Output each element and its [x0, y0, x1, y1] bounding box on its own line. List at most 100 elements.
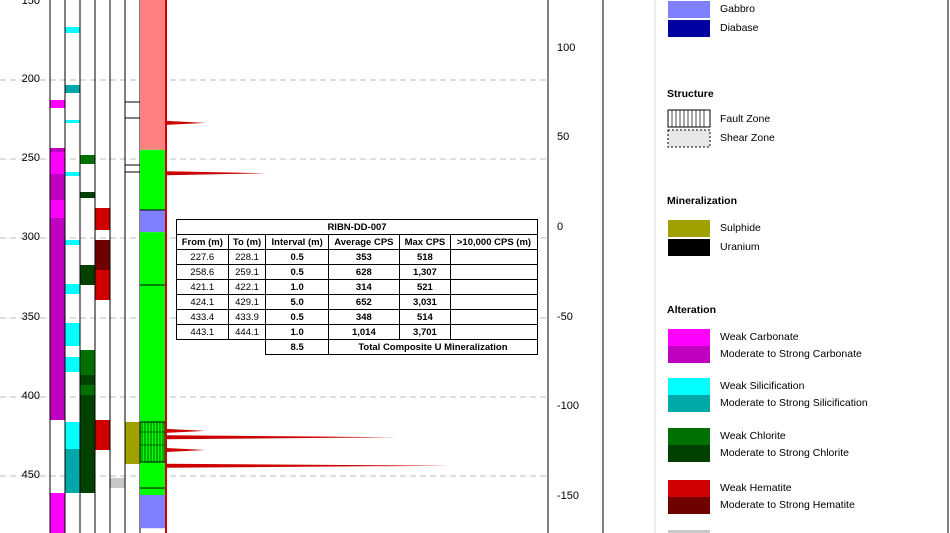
- silicification-interval: [65, 240, 80, 245]
- legend-label-strong-chlorite: Moderate to Strong Chlorite: [720, 447, 849, 459]
- chlorite-interval: [80, 155, 95, 164]
- elevation-tick-label: 50: [557, 131, 570, 143]
- table-cell: 514: [398, 309, 451, 325]
- hematite-interval: [95, 420, 110, 450]
- table-header: >10,000 CPS (m): [449, 234, 539, 250]
- legend-alteration-title: Alteration: [667, 304, 717, 316]
- table-header: Interval (m): [265, 234, 329, 250]
- table-cell: 1.0: [265, 324, 329, 340]
- table-cell: 258.6: [176, 264, 229, 280]
- legend-label-gabbro: Gabbro: [720, 3, 756, 15]
- table-cell: 443.1: [176, 324, 229, 340]
- legend-label-strong-carbonate: Moderate to Strong Carbonate: [720, 348, 862, 360]
- table-cell: 259.1: [227, 264, 267, 280]
- chlorite-interval: [80, 350, 95, 375]
- table-cell: 0.5: [265, 264, 329, 280]
- lithology-interval: [140, 495, 165, 529]
- depth-tick-label: 150: [21, 0, 40, 7]
- strong-carbonate-swatch: [668, 346, 710, 363]
- hematite-interval: [95, 208, 110, 230]
- table-cell: 5.0: [265, 294, 329, 310]
- legend-label-strong-silicification: Moderate to Strong Silicification: [720, 397, 868, 409]
- legend-label-weak-hematite: Weak Hematite: [720, 482, 792, 494]
- table-header: From (m): [176, 234, 229, 250]
- legend-label-diabase: Diabase: [720, 22, 759, 34]
- silicification-interval: [65, 449, 80, 493]
- table-cell: [449, 324, 539, 340]
- table-cell: 421.1: [176, 279, 229, 295]
- carbonate-interval: [50, 493, 65, 533]
- table-header-row: From (m) To (m) Interval (m) Average CPS…: [176, 234, 539, 250]
- legend-label-sulphide: Sulphide: [720, 222, 761, 234]
- weak-chlorite-swatch: [668, 428, 710, 445]
- lithology-column: [140, 0, 165, 529]
- depth-tick-label: 450: [21, 469, 40, 481]
- silicification-interval: [65, 120, 80, 123]
- silicification-interval: [65, 323, 80, 346]
- table-header: Average CPS: [327, 234, 400, 250]
- elevation-tick-label: 100: [557, 42, 576, 54]
- elevation-tick-label: -150: [557, 490, 580, 502]
- lithology-interval: [140, 149, 165, 210]
- depth-tick-label: 300: [21, 231, 40, 243]
- carbonate-interval: [50, 152, 65, 174]
- carbonate-interval: [50, 200, 65, 218]
- table-cell: 433.4: [176, 309, 229, 325]
- table-header: To (m): [227, 234, 267, 250]
- depth-tick-label: 350: [21, 311, 40, 323]
- legend-label-weak-silicification: Weak Silicification: [720, 380, 805, 392]
- silicification-interval: [65, 357, 80, 372]
- table-cell: 433.9: [227, 309, 267, 325]
- lithology-interval: [140, 0, 165, 150]
- elevation-tick-label: -50: [557, 311, 573, 323]
- radiometric-peak: [166, 435, 398, 440]
- chlorite-interval: [80, 385, 95, 395]
- table-cell: 228.1: [227, 249, 267, 265]
- strong-silicification-swatch: [668, 395, 710, 412]
- strong-chlorite-swatch: [668, 445, 710, 462]
- silicification-interval: [65, 27, 80, 33]
- drill-log-figure: 150 200 250 300 350 400 450 100 50 0 -50…: [0, 0, 950, 533]
- legend-label-weak-carbonate: Weak Carbonate: [720, 331, 799, 343]
- legend-label-strong-hematite: Moderate to Strong Hematite: [720, 499, 855, 511]
- table-cell: [449, 309, 539, 325]
- chlorite-interval: [80, 192, 95, 198]
- table-cell-empty: [228, 340, 266, 355]
- gray-interval: [110, 478, 125, 488]
- table-row: 443.1 444.1 1.0 1,014 3,701: [176, 324, 539, 340]
- hematite-interval: [95, 270, 110, 300]
- table-cell: 314: [327, 279, 400, 295]
- carbonate-interval: [50, 298, 65, 320]
- shear-zone-swatch: [667, 129, 711, 148]
- table-cell: 353: [327, 249, 400, 265]
- hematite-column: [95, 208, 110, 450]
- radiometric-peak: [166, 120, 206, 125]
- mineralization-table: RIBN-DD-007 From (m) To (m) Interval (m)…: [176, 219, 539, 355]
- table-total-row: 8.5 Total Composite U Mineralization: [177, 339, 539, 355]
- table-title: RIBN-DD-007: [176, 219, 538, 235]
- silicification-interval: [65, 172, 80, 176]
- table-cell: 422.1: [227, 279, 267, 295]
- radiometric-peak: [166, 428, 206, 433]
- chlorite-column: [80, 155, 95, 493]
- legend-label-fault-zone: Fault Zone: [720, 113, 771, 125]
- silicification-column: [65, 27, 80, 493]
- lithology-interval: [140, 232, 165, 495]
- gabbro-swatch: [668, 1, 710, 18]
- chlorite-interval: [80, 265, 95, 285]
- carbonate-interval: [50, 320, 65, 420]
- total-label: Total Composite U Mineralization: [327, 339, 539, 355]
- table-cell: 429.1: [227, 294, 267, 310]
- table-cell: 0.5: [265, 249, 329, 265]
- carbonate-interval: [50, 100, 65, 108]
- weak-silicification-swatch: [668, 378, 710, 395]
- weak-carbonate-swatch: [668, 329, 710, 346]
- table-cell: [449, 294, 539, 310]
- table-cell: 3,701: [398, 324, 451, 340]
- table-cell: 0.5: [265, 309, 329, 325]
- table-row: 433.4 433.9 0.5 348 514: [176, 309, 539, 325]
- elevation-tick-label: -100: [557, 400, 580, 412]
- table-row: 227.6 228.1 0.5 353 518: [176, 249, 539, 265]
- sulphide-swatch: [668, 220, 710, 237]
- table-row: 258.6 259.1 0.5 628 1,307: [176, 264, 539, 280]
